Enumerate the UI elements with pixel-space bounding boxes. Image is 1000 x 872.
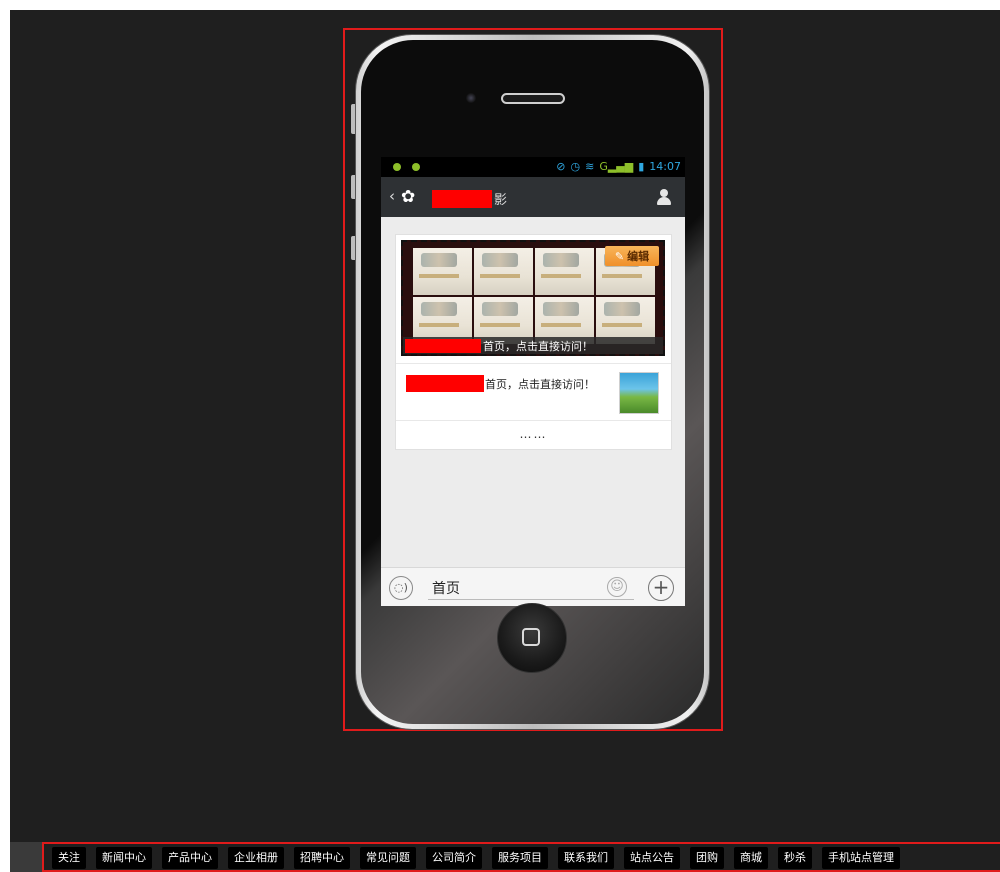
notification-dot-icon xyxy=(412,163,420,171)
bottom-nav: 关注 新闻中心 产品中心 企业相册 招聘中心 常见问题 公司简介 服务项目 联系… xyxy=(52,847,900,869)
nav-button-products[interactable]: 产品中心 xyxy=(162,847,218,869)
banner-caption-text: 首页，点击直接访问！ xyxy=(483,339,593,353)
redaction-block xyxy=(405,338,481,353)
profile-icon[interactable] xyxy=(655,188,673,206)
nav-button-notices[interactable]: 站点公告 xyxy=(624,847,680,869)
chat-title: 影 xyxy=(432,189,507,208)
more-link[interactable]: …… xyxy=(396,420,671,449)
nav-button-mall[interactable]: 商城 xyxy=(734,847,768,869)
edit-button-label: 编辑 xyxy=(627,250,650,263)
nav-button-groupbuy[interactable]: 团购 xyxy=(690,847,724,869)
banner-image[interactable]: ✎ 编辑 首页，点击直接访问！ xyxy=(401,240,665,356)
emoji-icon[interactable]: ☺ xyxy=(607,577,627,597)
sync-icon: ⊘ xyxy=(556,160,566,173)
nav-button-site-admin[interactable]: 手机站点管理 xyxy=(822,847,900,869)
phone-screen: ⊘ ◷ ≋ G▂▄▆ ▮ 14:07 ‹ ✿ 影 ✎ 编辑 首页，点击直接访问！… xyxy=(381,157,685,606)
redaction-block xyxy=(406,375,484,392)
chat-title-text: 影 xyxy=(494,193,508,208)
home-button xyxy=(497,603,567,673)
battery-icon: ▮ xyxy=(638,160,645,173)
status-time: 14:07 xyxy=(649,160,681,173)
signal-icon: G▂▄▆ xyxy=(599,160,634,173)
alarm-icon: ◷ xyxy=(570,160,581,173)
news-item-thumbnail xyxy=(619,372,659,414)
status-icons: ⊘ ◷ ≋ G▂▄▆ ▮ 14:07 xyxy=(556,160,681,173)
back-icon[interactable]: ‹ xyxy=(389,187,395,205)
earpiece-speaker xyxy=(501,93,565,104)
edit-button[interactable]: ✎ 编辑 xyxy=(605,246,659,266)
banner-thumbnail xyxy=(535,248,594,295)
voice-icon[interactable]: ◌) xyxy=(389,576,413,600)
plus-icon[interactable]: + xyxy=(648,575,674,601)
nav-button-news[interactable]: 新闻中心 xyxy=(96,847,152,869)
front-camera xyxy=(466,93,476,103)
nav-button-flashsale[interactable]: 秒杀 xyxy=(778,847,812,869)
redaction-block xyxy=(432,189,492,208)
banner-thumbnail xyxy=(474,248,533,295)
wechat-icon: ✿ xyxy=(401,187,416,207)
chat-header: ‹ ✿ 影 xyxy=(381,177,685,217)
nav-button-jobs[interactable]: 招聘中心 xyxy=(294,847,350,869)
nav-button-faq[interactable]: 常见问题 xyxy=(360,847,416,869)
pencil-icon: ✎ xyxy=(614,249,625,263)
message-input[interactable]: 首页 xyxy=(428,576,634,600)
wifi-icon: ≋ xyxy=(585,160,595,173)
news-message-card[interactable]: ✎ 编辑 首页，点击直接访问！ 首页，点击直接访问！ …… xyxy=(395,234,672,450)
banner-thumbnail xyxy=(413,248,472,295)
nav-button-contact[interactable]: 联系我们 xyxy=(558,847,614,869)
nav-button-services[interactable]: 服务项目 xyxy=(492,847,548,869)
nav-button-follow[interactable]: 关注 xyxy=(52,847,86,869)
nav-button-about[interactable]: 公司简介 xyxy=(426,847,482,869)
status-bar: ⊘ ◷ ≋ G▂▄▆ ▮ 14:07 xyxy=(381,157,685,177)
nav-button-album[interactable]: 企业相册 xyxy=(228,847,284,869)
notification-dot-icon xyxy=(393,163,401,171)
banner-caption: 首页，点击直接访问！ xyxy=(403,337,663,354)
chat-input-bar: ◌) 首页 ☺ + xyxy=(381,567,685,606)
bottom-strip xyxy=(10,842,42,872)
news-list-item[interactable]: 首页，点击直接访问！ xyxy=(396,363,671,420)
news-item-title: 首页，点击直接访问！ xyxy=(485,378,595,391)
